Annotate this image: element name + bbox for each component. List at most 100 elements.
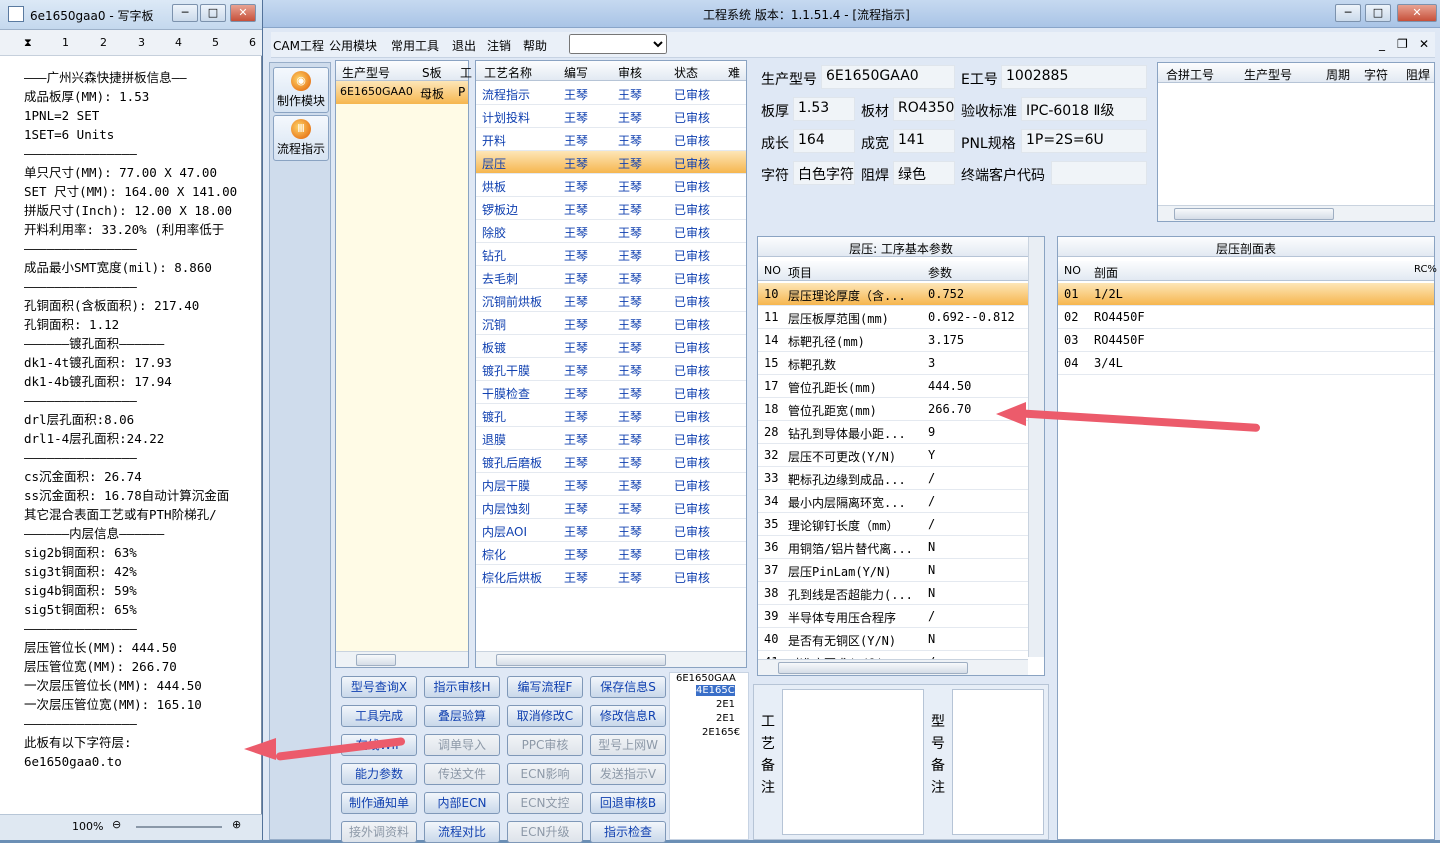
- table-row[interactable]: 沉铜前烘板 王琴 王琴 已审核: [476, 289, 746, 312]
- table-row[interactable]: 内层AOI 王琴 王琴 已审核: [476, 519, 746, 542]
- col-merge-no[interactable]: 合拼工号: [1166, 66, 1214, 83]
- zoom-in-icon[interactable]: ⊕: [232, 818, 241, 831]
- tree-node-selected[interactable]: 4E165C: [696, 685, 735, 696]
- horizontal-scrollbar[interactable]: [758, 659, 1028, 675]
- col-author[interactable]: 编写: [564, 64, 588, 81]
- model-field[interactable]: 6E1650GAA0: [821, 65, 955, 89]
- table-row[interactable]: 32 层压不可更改(Y/N) Y: [758, 444, 1028, 467]
- zoom-slider[interactable]: [136, 826, 222, 828]
- menu-common-tools[interactable]: 常用工具: [391, 37, 439, 54]
- thickness-field[interactable]: 1.53: [793, 97, 855, 121]
- eno-field[interactable]: 1002885: [1001, 65, 1147, 89]
- silkscreen-field[interactable]: 白色字符: [793, 161, 855, 185]
- col-param[interactable]: 参数: [928, 264, 952, 281]
- soldermask-field[interactable]: 绿色: [893, 161, 955, 185]
- tree-node[interactable]: 6E1650GAA: [676, 673, 736, 684]
- col-s-board[interactable]: S板: [422, 64, 442, 81]
- table-row[interactable]: 内层蚀刻 王琴 王琴 已审核: [476, 496, 746, 519]
- pnl-field[interactable]: 1P=2S=6U: [1021, 129, 1147, 153]
- col-rc[interactable]: RC%: [1414, 264, 1437, 275]
- tree-node[interactable]: 2E1: [716, 699, 735, 710]
- width-field[interactable]: 141: [893, 129, 955, 153]
- table-row[interactable]: 计划投料 王琴 王琴 已审核: [476, 105, 746, 128]
- table-row[interactable]: 01 1/2L: [1058, 283, 1434, 306]
- menu-common-module[interactable]: 公用模块: [329, 37, 377, 54]
- tree-node[interactable]: 2E1: [716, 713, 735, 724]
- table-row[interactable]: 34 最小内层隔离环宽... /: [758, 490, 1028, 513]
- col-section[interactable]: 剖面: [1094, 264, 1118, 281]
- table-row[interactable]: 除胶 王琴 王琴 已审核: [476, 220, 746, 243]
- ruler-marker-icon[interactable]: ⧗: [24, 36, 32, 50]
- length-field[interactable]: 164: [793, 129, 855, 153]
- col-char[interactable]: 字符: [1364, 66, 1388, 83]
- menu-exit[interactable]: 退出: [452, 37, 476, 54]
- action-button[interactable]: 回退审核B: [590, 792, 666, 814]
- mdi-restore-button[interactable]: ❐: [1397, 37, 1408, 51]
- action-button[interactable]: 制作通知单: [341, 792, 417, 814]
- toolbar-dropdown[interactable]: [569, 34, 667, 54]
- maximize-button[interactable]: □: [200, 4, 226, 22]
- material-field[interactable]: RO4350B: [893, 97, 955, 121]
- table-row[interactable]: 18 管位孔距宽(mm) 266.70: [758, 398, 1028, 421]
- col-work[interactable]: 工: [460, 64, 472, 81]
- standard-field[interactable]: IPC-6018 Ⅱ级: [1021, 97, 1147, 121]
- table-row[interactable]: 镀孔 王琴 王琴 已审核: [476, 404, 746, 427]
- table-row[interactable]: 35 理论铆钉长度（mm） /: [758, 513, 1028, 536]
- table-row[interactable]: 烘板 王琴 王琴 已审核: [476, 174, 746, 197]
- col-model[interactable]: 生产型号: [342, 64, 390, 81]
- table-row[interactable]: 开料 王琴 王琴 已审核: [476, 128, 746, 151]
- table-row[interactable]: 层压 王琴 王琴 已审核: [476, 151, 746, 174]
- process-remark-textarea[interactable]: [782, 689, 924, 835]
- nav-process-guide[interactable]: Ⅲ 流程指示: [273, 115, 329, 161]
- menu-help[interactable]: 帮助: [523, 37, 547, 54]
- mdi-minimize-button[interactable]: _: [1379, 37, 1385, 51]
- table-row[interactable]: 内层干膜 王琴 王琴 已审核: [476, 473, 746, 496]
- col-process-name[interactable]: 工艺名称: [484, 64, 532, 81]
- table-row[interactable]: 干膜检查 王琴 王琴 已审核: [476, 381, 746, 404]
- table-row[interactable]: 36 用铜箔/铝片替代离... N: [758, 536, 1028, 559]
- nav-production-module[interactable]: ◉ 制作模块: [273, 67, 329, 113]
- table-row[interactable]: 退膜 王琴 王琴 已审核: [476, 427, 746, 450]
- table-row[interactable]: 流程指示 王琴 王琴 已审核: [476, 82, 746, 105]
- col-cycle[interactable]: 周期: [1326, 66, 1350, 83]
- table-row[interactable]: 03 RO4450F: [1058, 329, 1434, 352]
- action-button[interactable]: 编写流程F: [507, 676, 583, 698]
- col-item[interactable]: 项目: [788, 264, 812, 281]
- table-row[interactable]: 39 半导体专用压合程序 /: [758, 605, 1028, 628]
- table-row[interactable]: 锣板边 王琴 王琴 已审核: [476, 197, 746, 220]
- col-status[interactable]: 状态: [674, 64, 698, 81]
- action-button[interactable]: 叠层验算: [424, 705, 500, 727]
- menu-logout[interactable]: 注销: [487, 37, 511, 54]
- table-row[interactable]: 镀孔干膜 王琴 王琴 已审核: [476, 358, 746, 381]
- model-remark-textarea[interactable]: [952, 689, 1044, 835]
- action-button[interactable]: 修改信息R: [590, 705, 666, 727]
- action-button[interactable]: 指示审核H: [424, 676, 500, 698]
- table-row[interactable]: 14 标靶孔径(mm) 3.175: [758, 329, 1028, 352]
- col-mask[interactable]: 阻焊: [1406, 66, 1430, 83]
- action-button[interactable]: 内部ECN: [424, 792, 500, 814]
- close-button[interactable]: ✕: [230, 4, 256, 22]
- table-row[interactable]: 钻孔 王琴 王琴 已审核: [476, 243, 746, 266]
- col-no[interactable]: NO: [764, 264, 781, 277]
- table-row[interactable]: 去毛刺 王琴 王琴 已审核: [476, 266, 746, 289]
- col-model[interactable]: 生产型号: [1244, 66, 1292, 83]
- table-row[interactable]: 11 层压板厚范围(mm) 0.692--0.812: [758, 306, 1028, 329]
- table-row[interactable]: 15 标靶孔数 3: [758, 352, 1028, 375]
- col-reviewer[interactable]: 审核: [618, 64, 642, 81]
- table-row[interactable]: 17 管位孔距长(mm) 444.50: [758, 375, 1028, 398]
- table-row[interactable]: 38 孔到线是否超能力(... N: [758, 582, 1028, 605]
- table-row[interactable]: 6E1650GAA0 母板 P: [336, 81, 468, 104]
- table-row[interactable]: 棕化 王琴 王琴 已审核: [476, 542, 746, 565]
- table-row[interactable]: 33 靶标孔边缘到成品... /: [758, 467, 1028, 490]
- table-row[interactable]: 镀孔后磨板 王琴 王琴 已审核: [476, 450, 746, 473]
- action-button[interactable]: 型号查询X: [341, 676, 417, 698]
- vertical-scrollbar[interactable]: [1028, 237, 1044, 657]
- document-text[interactable]: ———广州兴森快捷拼板信息—— 成品板厚(MM): 1.53 1PNL=2 SET 1…: [24, 68, 260, 814]
- table-row[interactable]: 沉铜 王琴 王琴 已审核: [476, 312, 746, 335]
- zoom-out-icon[interactable]: ⊖: [112, 818, 121, 831]
- table-row[interactable]: 37 层压PinLam(Y/N) N: [758, 559, 1028, 582]
- menu-cam[interactable]: CAM工程: [273, 37, 324, 54]
- minimize-button[interactable]: ─: [172, 4, 198, 22]
- tree-node[interactable]: 2E165€: [702, 727, 740, 738]
- table-row[interactable]: 04 3/4L: [1058, 352, 1434, 375]
